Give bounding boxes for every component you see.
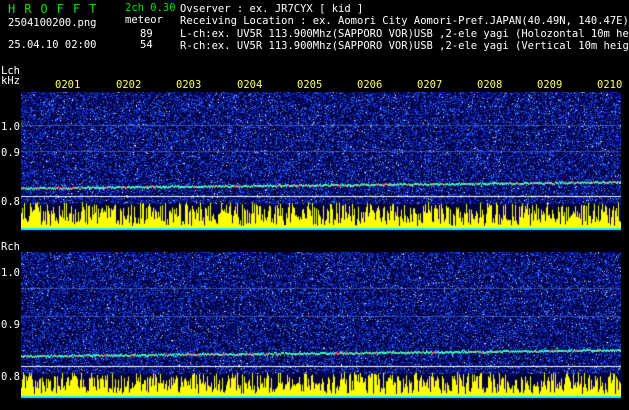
lch-unit: kHz xyxy=(1,75,20,87)
time-label: 0207 xyxy=(417,79,443,91)
time-label: 0202 xyxy=(116,79,142,91)
mode-label: 2ch 0.30 xyxy=(125,2,176,14)
lch-spectrogram xyxy=(21,92,621,232)
time-label: 0208 xyxy=(477,79,503,91)
datetime: 25.04.10 02:00 xyxy=(8,39,97,51)
time-label: 0203 xyxy=(176,79,202,91)
rch-label: Rch xyxy=(1,241,20,253)
rch-freq-tick: 0.8 xyxy=(1,371,20,383)
lch-description: L-ch:ex. UV5R 113.900Mhz(SAPPORO VOR)USB… xyxy=(180,28,629,40)
category-label: meteor xyxy=(125,14,163,26)
lch-count: 89 xyxy=(140,28,153,40)
time-label: 0209 xyxy=(537,79,563,91)
time-label: 0210 xyxy=(597,79,623,91)
time-label: 0204 xyxy=(237,79,263,91)
time-label: 0206 xyxy=(357,79,383,91)
time-label: 0201 xyxy=(55,79,81,91)
rch-description: R-ch:ex. UV5R 113.900Mhz(SAPPORO VOR)USB… xyxy=(180,40,629,52)
app-title: HROFFT xyxy=(8,2,106,16)
time-label: 0205 xyxy=(297,79,323,91)
rch-freq-tick: 0.9 xyxy=(1,319,20,331)
location-line: Receiving Location : ex. Aomori City Aom… xyxy=(180,15,629,27)
observer-line: Ovserver : ex. JR7CYX [ kid ] xyxy=(180,3,364,15)
rch-count: 54 xyxy=(140,39,153,51)
lch-freq-tick: 1.0 xyxy=(1,121,20,133)
lch-freq-tick: 0.8 xyxy=(1,196,20,208)
rch-freq-tick: 1.0 xyxy=(1,267,20,279)
file-name: 2504100200.png xyxy=(8,17,97,29)
rch-spectrogram xyxy=(21,252,621,400)
lch-freq-tick: 0.9 xyxy=(1,147,20,159)
